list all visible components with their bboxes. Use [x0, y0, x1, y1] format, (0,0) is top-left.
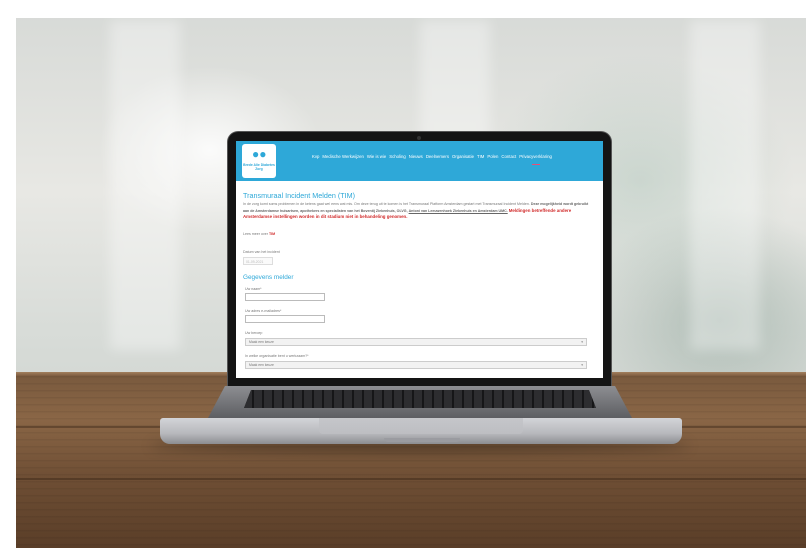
- table-plank-line: [16, 478, 806, 480]
- intro-hospital-links[interactable]: Antoni van Leeuwenhoek Ziekenhuis en Ams…: [409, 209, 508, 213]
- laptop-lid: ●● Brede Alie Diabetes Zorg Kvp Medische…: [228, 132, 611, 388]
- nav-item[interactable]: Medische Werkwijzen: [322, 154, 363, 162]
- beroep-select[interactable]: Maak een keuze ▾: [245, 338, 587, 346]
- site-logo[interactable]: ●● Brede Alie Diabetes Zorg: [242, 144, 276, 178]
- logo-text: Brede Alie Diabetes Zorg: [243, 163, 275, 171]
- organisatie-select[interactable]: Maak een keuze ▾: [245, 361, 587, 369]
- active-nav-indicator: [532, 164, 540, 165]
- intro-plain: In de zorg komt soms problemen in de ket…: [243, 202, 530, 206]
- nav-item[interactable]: Polen: [487, 154, 498, 162]
- nav-item[interactable]: Contact: [501, 154, 516, 162]
- nav-item[interactable]: Organisatie: [452, 154, 474, 162]
- chevron-down-icon: ▾: [581, 340, 583, 344]
- nav-item[interactable]: Kvp: [312, 154, 319, 162]
- logo-bike-icon: ●●: [252, 147, 267, 161]
- nav-item[interactable]: Scholing: [389, 154, 405, 162]
- naam-label: Uw naam*: [245, 287, 262, 291]
- beroep-label: Uw beroep: [245, 331, 263, 335]
- page-title: Transmuraal Incident Melden (TIM): [243, 191, 355, 200]
- right-border: [806, 0, 812, 548]
- touchpad: [319, 418, 523, 434]
- lees-meer-text: Lees meer over: [243, 232, 268, 236]
- email-label: Uw adres e-mailadres*: [245, 309, 282, 313]
- nav-item[interactable]: Nieuws: [409, 154, 423, 162]
- datum-label: Datum van het incident: [243, 250, 280, 254]
- top-border: [0, 0, 812, 18]
- nav-item[interactable]: Wie is wie: [367, 154, 386, 162]
- nav-item[interactable]: Privacyverklaring: [519, 154, 552, 162]
- webcam: [417, 136, 421, 140]
- window-light: [110, 20, 180, 350]
- organisatie-select-value: Maak een keuze: [249, 363, 274, 367]
- lees-meer: Lees meer over TIM: [243, 232, 275, 236]
- opening-notch: [384, 438, 460, 442]
- beroep-select-value: Maak een keuze: [249, 340, 274, 344]
- laptop-screen: ●● Brede Alie Diabetes Zorg Kvp Medische…: [236, 141, 603, 378]
- naam-input[interactable]: [245, 293, 325, 301]
- main-nav: Kvp Medische Werkwijzen Wie is wie Schol…: [312, 154, 552, 162]
- chevron-down-icon: ▾: [581, 363, 583, 367]
- photo-scene: ●● Brede Alie Diabetes Zorg Kvp Medische…: [0, 0, 812, 548]
- email-input[interactable]: [245, 315, 325, 323]
- nav-item-tim[interactable]: TIM: [477, 154, 484, 162]
- intro-text: In de zorg komt soms problemen in de ket…: [243, 202, 595, 221]
- window-light: [690, 20, 760, 350]
- site-header: ●● Brede Alie Diabetes Zorg Kvp Medische…: [236, 141, 603, 181]
- left-border: [0, 0, 16, 548]
- lees-meer-link[interactable]: TIM: [269, 232, 275, 236]
- nav-item[interactable]: Deelnemers: [426, 154, 449, 162]
- keyboard: [244, 390, 596, 408]
- organisatie-label: In welke organisatie bent u werkzaam?*: [245, 354, 309, 358]
- datum-input[interactable]: 01-09-2021: [243, 257, 273, 265]
- section-title: Gegevens melder: [243, 274, 294, 281]
